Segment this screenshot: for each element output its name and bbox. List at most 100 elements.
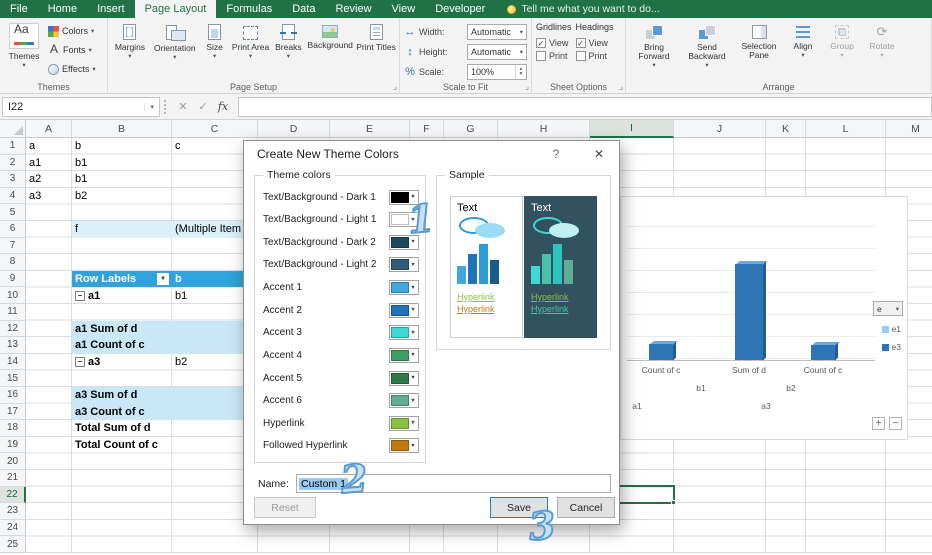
row-header-17[interactable]: 17	[0, 404, 26, 421]
row-header-9[interactable]: 9	[0, 271, 26, 288]
row-header-18[interactable]: 18	[0, 420, 26, 437]
chart-bar[interactable]	[649, 344, 673, 360]
insert-function-button[interactable]: fx	[214, 97, 232, 117]
gridlines-print-checkbox[interactable]: Print	[536, 51, 572, 61]
column-header-G[interactable]: G	[444, 120, 498, 138]
column-header-A[interactable]: A	[26, 120, 72, 138]
cell-A4[interactable]: a3	[26, 188, 72, 205]
color-swatch-button[interactable]: ▼	[389, 257, 419, 272]
row-header-22[interactable]: 22	[0, 487, 26, 504]
color-swatch-button[interactable]: ▼	[389, 348, 419, 363]
row-header-15[interactable]: 15	[0, 370, 26, 387]
color-swatch-button[interactable]: ▼	[389, 303, 419, 318]
row-header-11[interactable]: 11	[0, 304, 26, 321]
collapse-button[interactable]: −	[75, 357, 85, 367]
row-header-20[interactable]: 20	[0, 453, 26, 470]
bring-forward-button[interactable]: Bring Forward ▾	[628, 20, 680, 78]
print-titles-button[interactable]: Print Titles	[355, 20, 397, 78]
background-button[interactable]: Background	[305, 20, 355, 78]
column-header-E[interactable]: E	[330, 120, 410, 138]
column-header-C[interactable]: C	[172, 120, 258, 138]
name-box-resize-handle[interactable]	[164, 100, 167, 114]
row-header-13[interactable]: 13	[0, 337, 26, 354]
scale-spinner[interactable]: 100% ▲▼	[467, 64, 527, 80]
cell-B16[interactable]: a3 Sum of d	[72, 387, 172, 404]
tab-formulas[interactable]: Formulas	[216, 0, 282, 18]
cell-B12[interactable]: a1 Sum of d	[72, 321, 172, 338]
select-all-corner[interactable]	[0, 120, 26, 138]
legend-item[interactable]: e3	[882, 342, 901, 352]
cell-B13[interactable]: a1 Count of c	[72, 337, 172, 354]
cell-B18[interactable]: Total Sum of d	[72, 420, 172, 437]
size-button[interactable]: Size ▾	[200, 20, 230, 78]
tab-data[interactable]: Data	[282, 0, 325, 18]
column-header-I[interactable]: I	[590, 120, 674, 138]
cell-B1[interactable]: b	[72, 138, 172, 155]
chart-collapse-button[interactable]: −	[889, 417, 902, 430]
color-swatch-button[interactable]: ▼	[389, 325, 419, 340]
enter-formula-button[interactable]: ✓	[194, 97, 212, 117]
headings-view-checkbox[interactable]: ✓ View	[576, 38, 614, 48]
send-backward-button[interactable]: Send Backward ▾	[680, 20, 734, 78]
chart-expand-button[interactable]: +	[872, 417, 885, 430]
color-swatch-button[interactable]: ▼	[389, 393, 419, 408]
tab-file[interactable]: File	[0, 0, 38, 18]
row-header-4[interactable]: 4	[0, 188, 26, 205]
chart-bar[interactable]	[735, 264, 763, 360]
colors-button[interactable]: Colors ▾	[46, 22, 98, 40]
breaks-button[interactable]: Breaks ▾	[271, 20, 305, 78]
name-box[interactable]: I22 ▾	[2, 97, 160, 117]
fonts-button[interactable]: Fonts ▾	[46, 41, 98, 59]
column-header-K[interactable]: K	[766, 120, 806, 138]
row-header-3[interactable]: 3	[0, 171, 26, 188]
print-area-button[interactable]: Print Area ▾	[230, 20, 272, 78]
chart-bar[interactable]	[811, 345, 835, 360]
gridlines-view-checkbox[interactable]: ✓ View	[536, 38, 572, 48]
color-swatch-button[interactable]: ▼	[389, 371, 419, 386]
row-header-21[interactable]: 21	[0, 470, 26, 487]
chart-field-button[interactable]: e ▾	[873, 301, 903, 316]
cell-B2[interactable]: b1	[72, 155, 172, 172]
dialog-close-button[interactable]: ✕	[579, 141, 619, 167]
headings-print-checkbox[interactable]: Print	[576, 51, 614, 61]
tab-developer[interactable]: Developer	[425, 0, 495, 18]
cell-A3[interactable]: a2	[26, 171, 72, 188]
cell-A2[interactable]: a1	[26, 155, 72, 172]
row-header-23[interactable]: 23	[0, 503, 26, 520]
legend-item[interactable]: e1	[882, 324, 901, 334]
row-header-24[interactable]: 24	[0, 520, 26, 537]
cancel-formula-button[interactable]: ✕	[174, 97, 192, 117]
color-swatch-button[interactable]: ▼	[389, 416, 419, 431]
color-swatch-button[interactable]: ▼	[389, 280, 419, 295]
cell-B4[interactable]: b2	[72, 188, 172, 205]
dialog-help-button[interactable]: ?	[541, 141, 571, 167]
name-box-dropdown-icon[interactable]: ▾	[144, 103, 154, 111]
column-header-F[interactable]: F	[410, 120, 444, 138]
cell-B10[interactable]: −a1	[72, 287, 172, 304]
pivot-chart[interactable]: Count of c Sum of d Count of c b1 b2 a1 …	[620, 196, 908, 440]
column-header-L[interactable]: L	[806, 120, 886, 138]
cell-B17[interactable]: a3 Count of c	[72, 404, 172, 421]
tab-view[interactable]: View	[382, 0, 426, 18]
formula-input[interactable]	[238, 97, 932, 117]
row-header-10[interactable]: 10	[0, 287, 26, 304]
effects-button[interactable]: Effects ▾	[46, 60, 98, 78]
row-header-1[interactable]: 1	[0, 138, 26, 155]
scale-to-fit-dialog-launcher-icon[interactable]: ⌟	[525, 83, 529, 91]
tab-review[interactable]: Review	[325, 0, 381, 18]
row-header-12[interactable]: 12	[0, 321, 26, 338]
collapse-button[interactable]: −	[75, 291, 85, 301]
row-header-14[interactable]: 14	[0, 354, 26, 371]
orientation-button[interactable]: Orientation ▾	[150, 20, 200, 78]
row-header-19[interactable]: 19	[0, 437, 26, 454]
tell-me-box[interactable]: Tell me what you want to do...	[499, 0, 667, 18]
cell-A1[interactable]: a	[26, 138, 72, 155]
cell-B6[interactable]: f	[72, 221, 172, 238]
cell-B3[interactable]: b1	[72, 171, 172, 188]
tab-home[interactable]: Home	[38, 0, 87, 18]
row-header-2[interactable]: 2	[0, 155, 26, 172]
column-header-B[interactable]: B	[72, 120, 172, 138]
row-header-25[interactable]: 25	[0, 536, 26, 553]
row-header-7[interactable]: 7	[0, 238, 26, 255]
sheet-options-dialog-launcher-icon[interactable]: ⌟	[619, 83, 623, 91]
